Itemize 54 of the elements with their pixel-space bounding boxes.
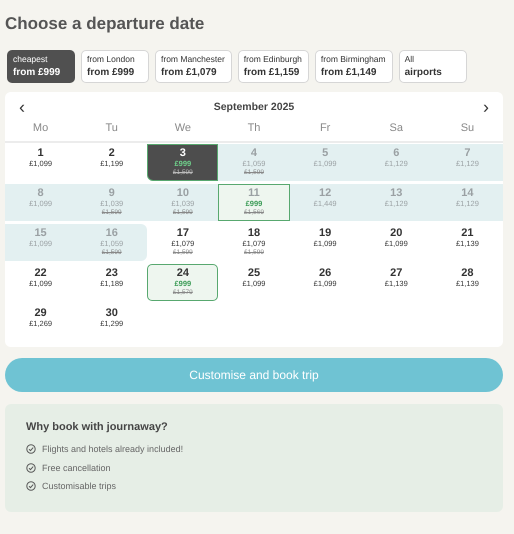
- weekday-label: Fr: [318, 122, 332, 134]
- weekday-label: Sa: [388, 122, 404, 134]
- previous-month-button[interactable]: ‹: [15, 98, 29, 116]
- day-number: 23: [106, 267, 118, 279]
- day-number: 29: [34, 307, 47, 319]
- day-number: 16: [106, 227, 118, 239]
- day-number: 13: [390, 187, 402, 199]
- airport-filter[interactable]: from Birmingham from £1,149: [314, 50, 393, 83]
- day-number: 19: [319, 227, 332, 239]
- day-number: 3: [180, 147, 186, 159]
- day-number: 2: [108, 147, 115, 159]
- benefit-text: Free cancellation: [42, 462, 111, 473]
- day-number: 4: [250, 147, 258, 159]
- benefits-title: Why book with journaway?: [26, 421, 169, 433]
- airport-filter[interactable]: from Edinburgh from £1,159: [238, 50, 309, 83]
- day-number: 26: [319, 267, 332, 279]
- day-number: 14: [461, 187, 474, 199]
- day-number: 5: [322, 147, 328, 159]
- airport-filter[interactable]: cheapest from £999: [7, 50, 75, 83]
- day-number: 15: [34, 227, 47, 239]
- day-number: 18: [248, 227, 260, 239]
- day-number: 24: [176, 267, 189, 279]
- day-number: 22: [34, 267, 47, 279]
- benefit-text: Customisable trips: [42, 481, 116, 492]
- day-number: 30: [106, 307, 118, 319]
- day-number: 28: [461, 267, 474, 279]
- check-circle-icon: [26, 481, 36, 492]
- day-number: 8: [38, 187, 44, 199]
- weekday-label: Th: [246, 122, 262, 134]
- check-circle-icon: [26, 462, 36, 473]
- day-number: 17: [176, 227, 189, 239]
- weekday-label: Su: [460, 122, 476, 134]
- day-number: 25: [248, 267, 260, 279]
- next-month-button[interactable]: ›: [478, 98, 493, 116]
- day-number: 12: [319, 187, 332, 199]
- airport-filter[interactable]: from Manchester from £1,079: [155, 50, 232, 83]
- weekday-label: Tu: [104, 122, 119, 134]
- airport-filter[interactable]: All airports: [398, 50, 467, 83]
- day-number: 6: [393, 147, 400, 159]
- weekday-label: Mo: [32, 122, 50, 134]
- day-number: 21: [461, 227, 474, 239]
- day-number: 11: [248, 187, 260, 199]
- day-number: 20: [390, 227, 402, 239]
- day-number: 27: [390, 267, 402, 279]
- page-title: Choose a departure date: [5, 14, 206, 34]
- day-number: 10: [176, 187, 189, 199]
- check-circle-icon: [26, 444, 36, 454]
- weekday-label: We: [174, 122, 192, 134]
- airport-filter[interactable]: from London from £999: [81, 50, 149, 83]
- day-number: 9: [108, 187, 115, 199]
- day-number: 7: [464, 147, 470, 159]
- day-number: 1: [38, 147, 44, 159]
- benefit-text: Flights and hotels already included!: [42, 444, 184, 454]
- month-title: September 2025: [214, 101, 294, 113]
